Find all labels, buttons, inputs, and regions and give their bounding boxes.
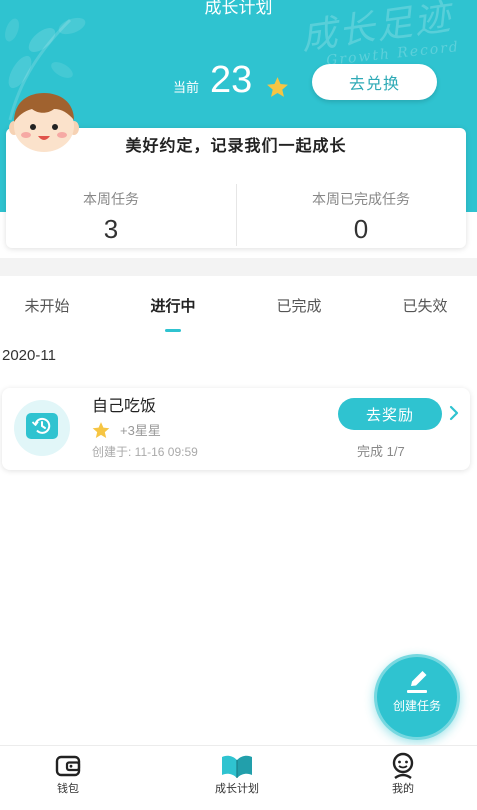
task-progress: 完成 1/7 (357, 444, 405, 459)
nav-label: 我的 (392, 783, 414, 795)
status-tabs: 未开始 进行中 已完成 已失效 (0, 290, 477, 334)
task-icon-background (14, 400, 70, 456)
create-task-button[interactable]: 创建任务 (374, 654, 460, 740)
weekly-done-value: 0 (353, 214, 369, 244)
nav-item-growth-plan[interactable]: 成长计划 (197, 746, 277, 810)
clock-icon (26, 412, 58, 444)
face-icon (386, 751, 420, 781)
tab-in-progress[interactable]: 进行中 (145, 290, 201, 334)
wallet-icon (51, 751, 85, 781)
star-icon (265, 76, 290, 99)
tab-expired[interactable]: 已失效 (397, 290, 453, 334)
weekly-tasks-value: 3 (103, 214, 119, 244)
task-created-time: 创建于: 11-16 09:59 (92, 445, 198, 459)
stat-divider (236, 184, 237, 246)
tab-completed[interactable]: 已完成 (271, 290, 327, 334)
tab-label: 已完成 (276, 298, 322, 315)
chevron-right-icon[interactable] (449, 405, 460, 421)
avatar[interactable] (8, 90, 80, 154)
pencil-icon (402, 669, 432, 695)
page-title: 成长计划 (204, 0, 273, 17)
nav-item-wallet[interactable]: 钱包 (28, 746, 108, 810)
create-task-label: 创建任务 (392, 699, 441, 713)
month-header: 2020-11 (2, 347, 56, 364)
task-card[interactable]: 自己吃饭 +3星星 创建于: 11-16 09:59 去奖励 完成 1/7 (2, 388, 470, 470)
tab-label: 进行中 (150, 298, 196, 315)
star-icon (91, 421, 111, 440)
bottom-nav: 钱包 成长计划 我的 (0, 745, 477, 810)
nav-label: 钱包 (57, 783, 79, 795)
book-icon (220, 751, 254, 781)
task-reward: +3星星 (120, 423, 161, 438)
app-screen: 成长足迹 Growth Record 成长计划 当前 23 去兑换 美好约定，记… (0, 0, 477, 810)
weekly-tasks-label: 本周任务 (83, 191, 139, 207)
weekly-done-label: 本周已完成任务 (312, 191, 410, 207)
task-title: 自己吃饭 (92, 398, 157, 415)
tab-label: 已失效 (402, 298, 448, 315)
weekly-tasks-stat: 本周任务 3 (6, 190, 216, 244)
current-stars-value: 23 (210, 59, 253, 101)
exchange-button[interactable]: 去兑换 (312, 64, 437, 100)
current-stars-label: 当前 (173, 80, 200, 95)
tab-label: 未开始 (24, 298, 70, 315)
weekly-done-stat: 本周已完成任务 0 (256, 190, 466, 244)
reward-button[interactable]: 去奖励 (338, 398, 442, 430)
nav-item-mine[interactable]: 我的 (363, 746, 443, 810)
tab-not-started[interactable]: 未开始 (19, 290, 75, 334)
section-separator (0, 258, 477, 276)
nav-label: 成长计划 (215, 783, 259, 795)
